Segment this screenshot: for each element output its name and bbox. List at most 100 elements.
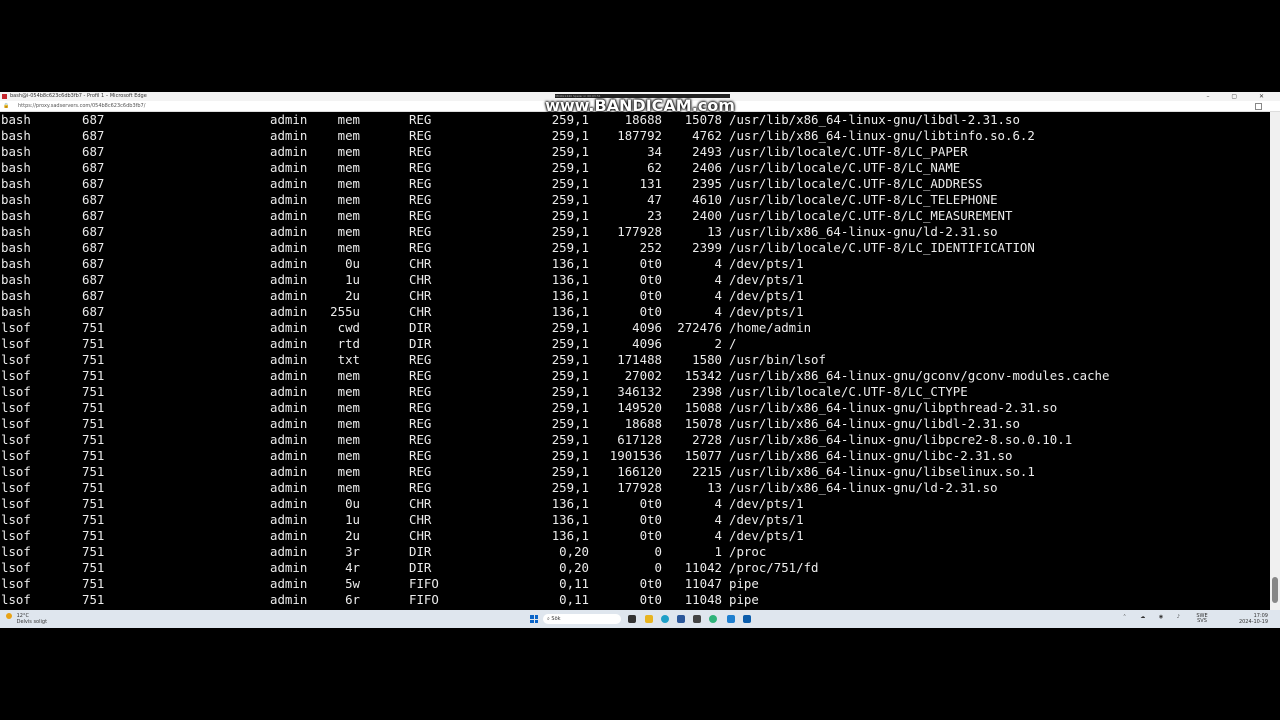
lsof-node: 11047 xyxy=(684,576,722,591)
lsof-fd: 255u xyxy=(330,304,360,319)
terminal-line: lsof 751 admin mem REG 259,1 177928 13/usr/lib/… xyxy=(0,480,1270,496)
lsof-type: CHR xyxy=(409,512,432,527)
lsof-fd: 0u xyxy=(345,496,360,511)
lsof-node: 4 xyxy=(714,256,722,271)
lsof-type: REG xyxy=(409,192,432,207)
lsof-command: bash xyxy=(1,272,31,287)
app-icon-1[interactable] xyxy=(677,615,685,623)
lsof-device: 136,1 xyxy=(551,304,589,319)
task-view-icon[interactable] xyxy=(628,615,636,623)
lsof-command: lsof xyxy=(1,400,31,415)
lsof-size: 0 xyxy=(654,560,662,575)
lsof-size: 252 xyxy=(639,240,662,255)
lsof-node: 1 xyxy=(714,544,722,559)
lsof-name: /usr/lib/x86_64-linux-gnu/libdl-2.31.so xyxy=(729,416,1020,431)
lsof-fd: 1u xyxy=(345,512,360,527)
lsof-node: 15077 xyxy=(684,448,722,463)
weather-widget[interactable]: 12°C Delvis soligt xyxy=(6,613,47,625)
lsof-fd: 2u xyxy=(345,528,360,543)
lsof-pid: 751 xyxy=(82,496,105,511)
terminal-output[interactable]: bash 687 admin mem REG 259,1 18688 15078/usr/li… xyxy=(0,112,1270,610)
language-indicator[interactable]: SWE SVS xyxy=(1194,614,1210,624)
lsof-device: 259,1 xyxy=(551,208,589,223)
lsof-command: lsof xyxy=(1,432,31,447)
lsof-node: 4 xyxy=(714,288,722,303)
lsof-device: 259,1 xyxy=(551,176,589,191)
edge-app-icon xyxy=(2,94,7,99)
lsof-name: /dev/pts/1 xyxy=(729,304,804,319)
app-icon-3[interactable] xyxy=(709,615,717,623)
lsof-node: 2215 xyxy=(692,464,722,479)
lsof-name: pipe xyxy=(729,592,759,607)
lsof-node: 11048 xyxy=(684,592,722,607)
lsof-size: 27002 xyxy=(624,368,662,383)
lsof-fd: 5w xyxy=(345,576,360,591)
lsof-fd: mem xyxy=(337,400,360,415)
lsof-type: REG xyxy=(409,480,432,495)
edge-taskbar-icon[interactable] xyxy=(661,615,669,623)
lsof-command: lsof xyxy=(1,496,31,511)
scrollbar-thumb[interactable] xyxy=(1272,577,1278,603)
lsof-fd: mem xyxy=(337,384,360,399)
lsof-pid: 687 xyxy=(82,224,105,239)
lsof-command: lsof xyxy=(1,448,31,463)
lsof-device: 259,1 xyxy=(551,128,589,143)
lsof-device: 259,1 xyxy=(551,416,589,431)
weather-desc: Delvis soligt xyxy=(16,619,48,625)
terminal-line: bash 687 admin 2u CHR 136,1 0t0 4/dev/pts/1 xyxy=(0,288,1270,304)
extensions-icon[interactable] xyxy=(1255,103,1262,110)
lsof-fd: rtd xyxy=(337,336,360,351)
terminal-line: lsof 751 admin 3r DIR 0,20 0 1/proc xyxy=(0,544,1270,560)
lsof-type: REG xyxy=(409,144,432,159)
lsof-size: 187792 xyxy=(617,128,662,143)
lsof-node: 15078 xyxy=(684,416,722,431)
lsof-type: CHR xyxy=(409,272,432,287)
lsof-name: /usr/lib/locale/C.UTF-8/LC_TELEPHONE xyxy=(729,192,998,207)
window-controls[interactable]: – ▢ ✕ xyxy=(1206,92,1274,101)
lsof-pid: 687 xyxy=(82,128,105,143)
lsof-command: bash xyxy=(1,112,31,127)
lsof-device: 136,1 xyxy=(551,512,589,527)
lsof-size: 0t0 xyxy=(639,304,662,319)
lsof-device: 0,11 xyxy=(559,576,589,591)
lsof-command: bash xyxy=(1,208,31,223)
lsof-type: REG xyxy=(409,128,432,143)
url-text[interactable]: https://proxy.sadservers.com/054b8c623c6… xyxy=(18,101,145,111)
lsof-name: /usr/lib/x86_64-linux-gnu/libc-2.31.so xyxy=(729,448,1013,463)
lsof-fd: mem xyxy=(337,432,360,447)
lsof-pid: 687 xyxy=(82,256,105,271)
terminal-line: lsof 751 admin 6r FIFO 0,11 0t0 11048 pipe xyxy=(0,592,1270,608)
lsof-command: lsof xyxy=(1,480,31,495)
clock[interactable]: 17:09 2024-10-19 xyxy=(1239,613,1268,625)
lsof-device: 259,1 xyxy=(551,384,589,399)
lsof-name: /usr/lib/locale/C.UTF-8/LC_NAME xyxy=(729,160,961,175)
clock-date: 2024-10-19 xyxy=(1238,619,1268,625)
terminal-line: lsof 751 admin 2u CHR 136,1 0t0 4/dev/pts/1 xyxy=(0,528,1270,544)
app-icon-2[interactable] xyxy=(693,615,701,623)
lsof-command: lsof xyxy=(1,416,31,431)
lsof-type: REG xyxy=(409,208,432,223)
lsof-device: 259,1 xyxy=(551,480,589,495)
lsof-node: 15342 xyxy=(684,368,722,383)
lsof-type: DIR xyxy=(409,336,432,351)
lsof-device: 259,1 xyxy=(551,240,589,255)
weather-icon xyxy=(6,613,12,619)
lsof-fd: mem xyxy=(337,416,360,431)
lsof-size: 1901536 xyxy=(609,448,662,463)
file-explorer-icon[interactable] xyxy=(645,615,653,623)
app-icon-4[interactable] xyxy=(727,615,735,623)
lsof-command: lsof xyxy=(1,336,31,351)
lsof-size: 166120 xyxy=(617,464,662,479)
taskbar-search-input[interactable]: ⌕ Sök xyxy=(543,614,621,624)
lsof-size: 346132 xyxy=(617,384,662,399)
start-icon[interactable] xyxy=(530,615,538,623)
lsof-command: bash xyxy=(1,224,31,239)
lsof-pid: 687 xyxy=(82,304,105,319)
tray-icons[interactable]: ⌃ ☁ ◉ ♪ xyxy=(1122,615,1186,620)
lsof-type: DIR xyxy=(409,320,432,335)
terminal-line: bash 687 admin mem REG 259,1 34 2493/usr/lib/lo… xyxy=(0,144,1270,160)
terminal-scrollbar[interactable] xyxy=(1270,112,1280,610)
lsof-name: /proc xyxy=(729,544,767,559)
app-icon-5[interactable] xyxy=(743,615,751,623)
lsof-type: REG xyxy=(409,176,432,191)
